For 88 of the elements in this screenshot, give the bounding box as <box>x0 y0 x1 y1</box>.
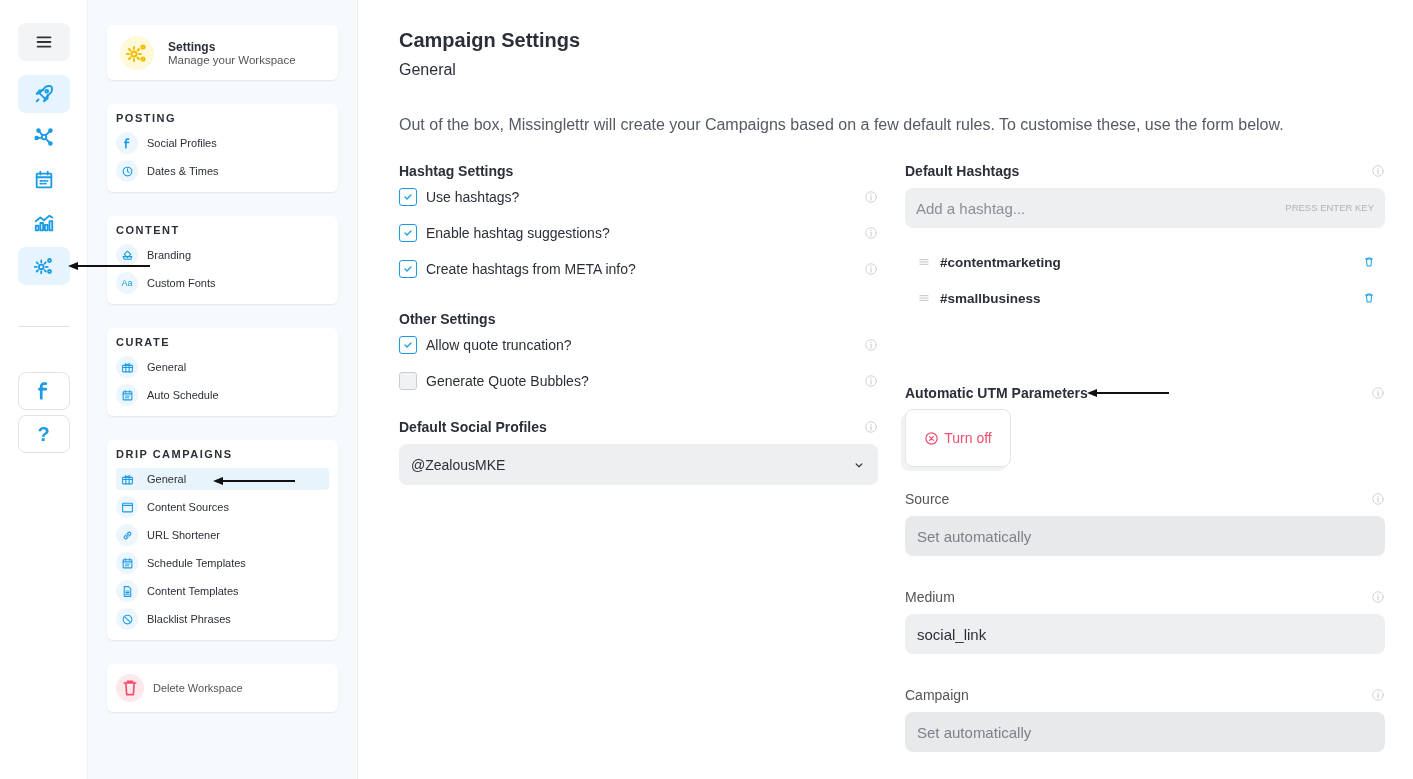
sidebar-item[interactable]: Social Profiles <box>116 132 329 154</box>
sidebar-item[interactable]: URL Shortener <box>116 524 329 546</box>
clock-icon <box>120 164 134 178</box>
sidebar-item[interactable]: Blacklist Phrases <box>116 608 329 630</box>
settings-icon <box>32 255 55 277</box>
sidebar-item-label: URL Shortener <box>147 529 220 541</box>
section-label: Source <box>905 491 950 507</box>
info-icon <box>864 420 878 434</box>
font-icon: Aa <box>116 272 138 294</box>
info-icon <box>864 374 878 388</box>
checkbox-option[interactable]: Enable hashtag suggestions? <box>399 224 610 242</box>
info-icon <box>864 226 878 240</box>
sidebar-item-label: General <box>147 473 187 485</box>
sidebar-item-label: Schedule Templates <box>147 557 246 569</box>
sidebar-item-label: Content Sources <box>147 501 229 513</box>
link-icon <box>120 528 134 542</box>
sidebar-item-label: Content Templates <box>147 585 239 597</box>
section-label: Default Hashtags <box>905 163 1020 179</box>
info-icon <box>864 262 878 276</box>
sidebar-item-label: Social Profiles <box>147 137 217 149</box>
sidebar-item[interactable]: Aa Custom Fonts <box>116 272 329 294</box>
paint-bucket-icon <box>120 248 134 262</box>
section-label: Medium <box>905 589 955 605</box>
section-heading: CURATE <box>116 336 171 350</box>
sidebar-item-label: Branding <box>147 249 192 261</box>
checkbox-option[interactable]: Allow quote truncation? <box>399 336 572 354</box>
gift-box-icon <box>120 360 134 374</box>
sidebar-item-label: General <box>147 361 187 373</box>
gift-box-icon <box>120 472 134 486</box>
checkbox[interactable] <box>399 372 417 390</box>
page-title: Campaign Settings <box>399 29 582 52</box>
delete-button[interactable] <box>1363 292 1375 304</box>
hashtag-label: #contentmarketing <box>940 254 1062 270</box>
section-label: Other Settings <box>399 311 497 327</box>
settings-title: Settings <box>168 39 217 54</box>
sidebar-item[interactable]: Auto Schedule <box>116 384 329 406</box>
sidebar-item[interactable]: General <box>116 468 329 490</box>
intro-text: Out of the box, Missinglettr will create your Campaigns based on a few default rules. To customise these, use the form below. <box>399 116 1285 134</box>
sidebar-item-label: Dates & Times <box>147 165 219 177</box>
checkbox-option[interactable]: Generate Quote Bubbles? <box>399 372 589 390</box>
info-icon <box>1371 386 1385 400</box>
settings-subtitle: Manage your Workspace <box>168 53 296 66</box>
sidebar-item[interactable]: Schedule Templates <box>116 552 329 574</box>
section-label: Hashtag Settings <box>399 163 515 179</box>
browser-window-icon <box>120 500 134 514</box>
sidebar-item-label: Blacklist Phrases <box>147 613 231 625</box>
section-label: Campaign <box>905 687 969 703</box>
input-hint: PRESS ENTER KEY <box>1285 202 1374 213</box>
text-field[interactable]: Set automatically <box>905 712 1385 752</box>
close-circle-icon <box>924 430 940 446</box>
info-icon <box>864 338 878 352</box>
sidebar-item[interactable]: Dates & Times <box>116 160 329 182</box>
trash-icon <box>1363 256 1375 268</box>
info-icon <box>1371 688 1385 702</box>
profile-dropdown[interactable]: @ZealousMKE <box>399 444 878 485</box>
rail-button[interactable] <box>17 23 70 61</box>
section-heading: DRIP CAMPAIGNS <box>116 448 234 462</box>
hashtag-label: #smallbusiness <box>940 290 1042 306</box>
sidebar-item[interactable]: Content Sources <box>116 496 329 518</box>
checkbox-option[interactable]: Use hashtags? <box>399 188 520 206</box>
chart-icon <box>32 212 55 234</box>
section-heading: POSTING <box>116 112 177 126</box>
section-heading: CONTENT <box>116 224 181 238</box>
info-icon <box>1371 590 1385 604</box>
checkbox[interactable] <box>399 336 417 354</box>
trash-icon <box>1363 292 1375 304</box>
sidebar-item[interactable]: Branding <box>116 244 329 266</box>
calendar-icon <box>120 388 134 402</box>
sidebar-item[interactable]: General <box>116 356 329 378</box>
sidebar-item-label: Auto Schedule <box>147 389 219 401</box>
text-field[interactable]: social_link <box>905 614 1385 654</box>
calendar-icon <box>120 556 134 570</box>
text-field[interactable]: Set automatically <box>905 516 1385 556</box>
section-label: Automatic UTM Parameters <box>905 385 1088 401</box>
page-subtitle: General <box>399 61 457 79</box>
checkbox[interactable] <box>399 188 417 206</box>
delete-button[interactable] <box>1363 256 1375 268</box>
block-icon <box>120 612 134 626</box>
network-icon <box>32 126 55 148</box>
checkbox-option[interactable]: Create hashtags from META info? <box>399 260 636 278</box>
info-icon <box>1371 164 1385 178</box>
info-icon <box>864 190 878 204</box>
info-icon <box>1371 492 1385 506</box>
checkbox[interactable] <box>399 224 417 242</box>
sidebar-item[interactable]: Content Templates <box>116 580 329 602</box>
checkbox[interactable] <box>399 260 417 278</box>
section-label: Default Social Profiles <box>399 419 547 435</box>
sidebar-item-label: Custom Fonts <box>147 277 216 289</box>
